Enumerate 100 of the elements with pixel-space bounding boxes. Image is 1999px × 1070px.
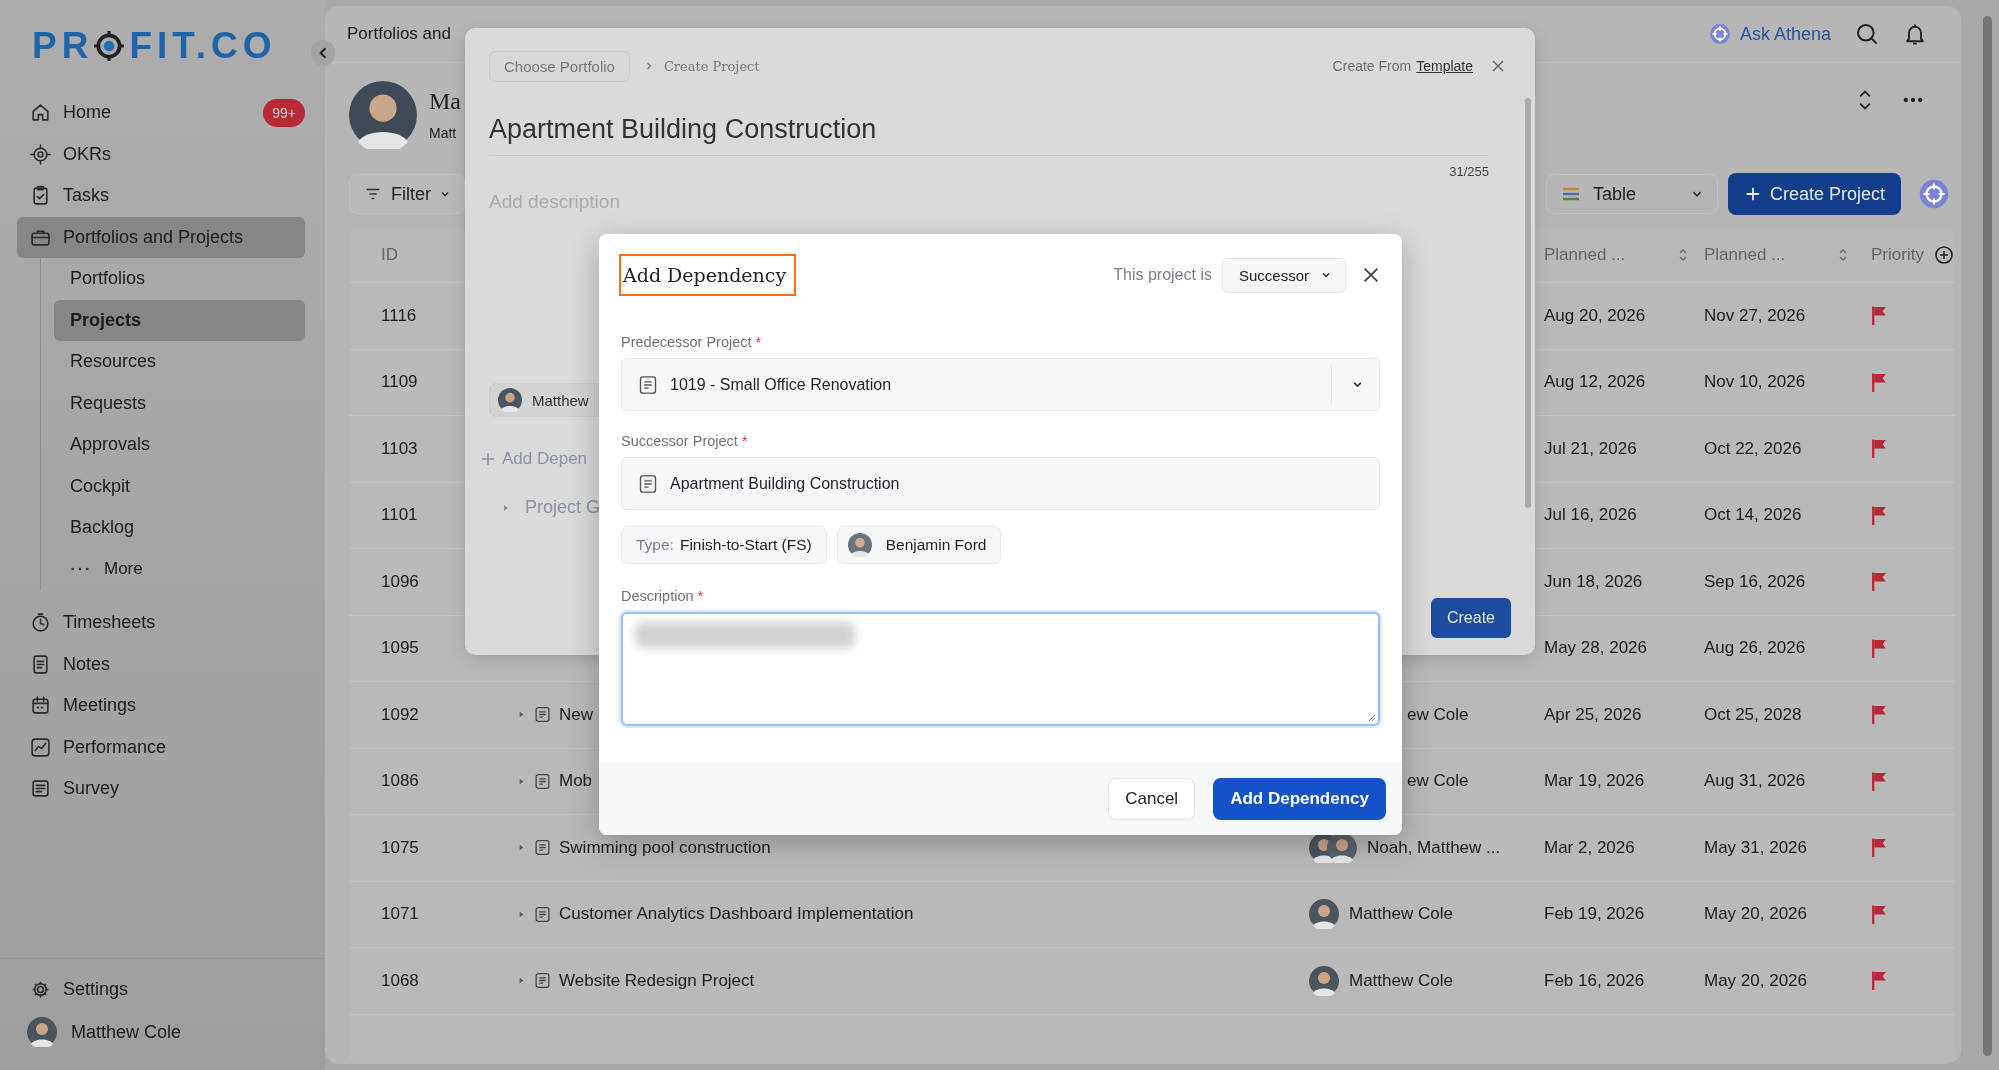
- profile-name: Ma: [429, 88, 461, 115]
- sort-icon[interactable]: [1678, 247, 1688, 263]
- filter-button[interactable]: Filter: [349, 174, 465, 214]
- project-select[interactable]: 1019 - Small Office Renovation: [621, 358, 1380, 411]
- nav-subitem[interactable]: Portfolios: [54, 258, 305, 300]
- table-cell-text: Jul 16, 2026: [1543, 505, 1638, 526]
- nav-item[interactable]: Survey: [17, 768, 305, 810]
- table-cell-text: Jun 18, 2026: [1543, 571, 1644, 592]
- nav-item[interactable]: Notes: [17, 643, 305, 685]
- nav-item[interactable]: Home 99+: [17, 92, 305, 134]
- project-name[interactable]: Swimming pool construction: [559, 837, 771, 858]
- caret-icon: [440, 189, 450, 199]
- nav-item[interactable]: Meetings: [17, 685, 305, 727]
- flag-icon[interactable]: [1871, 903, 1888, 925]
- project-name[interactable]: Website Redesign Project: [559, 970, 755, 991]
- logo: PR FIT.CO: [32, 25, 277, 67]
- crosshair-icon[interactable]: [1919, 179, 1949, 209]
- character-counter: 31/255: [1449, 164, 1489, 179]
- table-cell-text: Nov 10, 2026: [1703, 372, 1807, 393]
- expand-caret-icon[interactable]: [517, 976, 526, 986]
- project-name[interactable]: Mob: [559, 771, 593, 792]
- flag-icon[interactable]: [1871, 837, 1888, 859]
- expand-caret-icon[interactable]: [517, 776, 526, 786]
- nav-subitem[interactable]: Projects: [54, 299, 305, 341]
- nav-item[interactable]: Performance: [17, 726, 305, 768]
- close-icon[interactable]: [1362, 266, 1380, 284]
- field-label: Predecessor Project *: [621, 334, 763, 350]
- add-column-icon[interactable]: [1933, 245, 1954, 265]
- nav-subitem[interactable]: Backlog: [54, 507, 305, 549]
- document-icon: [534, 839, 551, 857]
- flag-icon[interactable]: [1871, 438, 1888, 460]
- calendar-icon: [30, 695, 51, 717]
- dependency-type-chip[interactable]: Type: Finish-to-Start (FS): [621, 526, 827, 564]
- target-icon: [30, 143, 51, 165]
- flag-icon[interactable]: [1871, 504, 1888, 526]
- breadcrumb[interactable]: Portfolios and: [347, 24, 451, 44]
- project-name[interactable]: Customer Analytics Dashboard Implementation: [559, 904, 914, 925]
- scrollbar[interactable]: [1982, 16, 1992, 1056]
- table-cell-text: 1103: [380, 438, 419, 459]
- sort-icon[interactable]: [1838, 247, 1848, 263]
- nav-subitem[interactable]: Approvals: [54, 424, 305, 466]
- cancel-button[interactable]: Cancel: [1108, 777, 1196, 820]
- nav-subitem[interactable]: Resources: [54, 341, 305, 383]
- flag-icon[interactable]: [1871, 970, 1888, 992]
- table-cell-text: Jul 21, 2026: [1543, 438, 1638, 459]
- nav-subitem[interactable]: Cockpit: [54, 465, 305, 507]
- chevron-left-icon: [317, 47, 329, 59]
- description-field[interactable]: [621, 612, 1380, 726]
- collapse-button[interactable]: [311, 40, 335, 66]
- flag-icon[interactable]: [1871, 770, 1888, 792]
- project-name[interactable]: New: [559, 704, 593, 725]
- project-title-field[interactable]: Apartment Building Construction: [489, 114, 1489, 156]
- nav-item[interactable]: Portfolios and Projects: [17, 216, 305, 258]
- table-cell-text: Apr 25, 2026: [1543, 704, 1643, 725]
- search-icon[interactable]: [1855, 22, 1879, 46]
- template-link[interactable]: Template: [1416, 58, 1473, 74]
- nav-subitem[interactable]: Requests: [54, 382, 305, 424]
- close-icon[interactable]: [1491, 59, 1505, 73]
- plus-icon: [481, 452, 495, 466]
- create-button[interactable]: Create: [1430, 598, 1511, 638]
- expand-caret-icon[interactable]: [517, 710, 526, 720]
- ask-athena-link[interactable]: Ask Athena: [1708, 23, 1831, 45]
- nav-item[interactable]: Timesheets: [17, 602, 305, 644]
- table-cell-text: Oct 25, 2028: [1703, 704, 1803, 725]
- flag-icon[interactable]: [1871, 571, 1888, 593]
- breadcrumb-current: Create Project: [663, 58, 760, 74]
- table-cell-text: 1068: [380, 970, 420, 991]
- bell-icon[interactable]: [1903, 22, 1927, 46]
- table-cell-text: 1096: [380, 571, 420, 592]
- avatar: [1309, 965, 1339, 996]
- clipboard-icon: [30, 185, 51, 207]
- flag-icon[interactable]: [1871, 371, 1888, 393]
- settings-item[interactable]: Settings: [17, 968, 305, 1010]
- table-cell-text: May 31, 2026: [1703, 837, 1808, 858]
- table-cell-text: 1116: [380, 305, 418, 326]
- flag-icon[interactable]: [1871, 305, 1888, 327]
- expand-caret-icon[interactable]: [517, 909, 526, 919]
- more-item[interactable]: More: [54, 548, 305, 590]
- document-icon: [534, 905, 551, 923]
- create-project-button[interactable]: Create Project: [1727, 173, 1901, 215]
- table-cell-text: Feb 16, 2026: [1543, 970, 1646, 991]
- table-cell-text: 1101: [380, 505, 419, 526]
- table-cell-text: Aug 12, 2026: [1543, 372, 1647, 393]
- assignee-chip[interactable]: Benjamin Ford: [836, 526, 1002, 564]
- document-icon: [534, 706, 551, 724]
- nav-item[interactable]: Tasks: [17, 175, 305, 217]
- flag-icon[interactable]: [1871, 704, 1888, 726]
- nav-item[interactable]: OKRs: [17, 133, 305, 175]
- resize-grip-icon[interactable]: [1366, 712, 1376, 722]
- role-select[interactable]: Successor: [1221, 257, 1346, 293]
- flag-icon[interactable]: [1871, 637, 1888, 659]
- table-cell-text: 1075: [380, 837, 420, 858]
- table-cell-text: Aug 26, 2026: [1703, 638, 1807, 659]
- expand-caret-icon[interactable]: [517, 843, 526, 853]
- scrollbar[interactable]: [1525, 98, 1531, 508]
- user-menu[interactable]: Matthew Cole: [17, 1010, 305, 1054]
- owner-name: Noah, Matthew ...: [1367, 837, 1501, 858]
- add-dependency-button[interactable]: Add Dependency: [1213, 777, 1386, 820]
- view-select[interactable]: Table: [1545, 174, 1718, 214]
- more-icon: [70, 566, 90, 573]
